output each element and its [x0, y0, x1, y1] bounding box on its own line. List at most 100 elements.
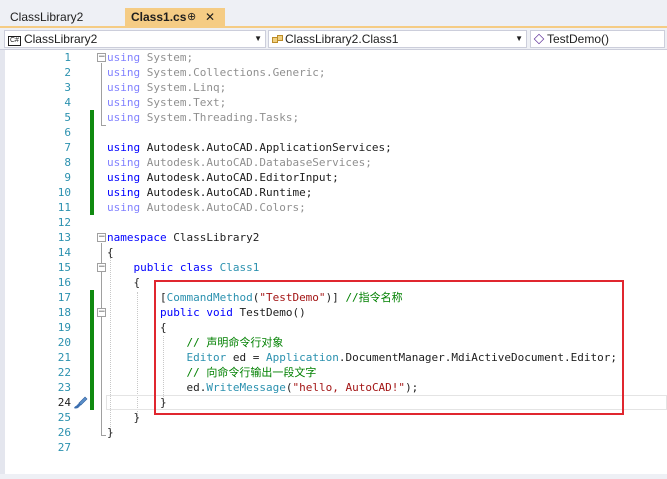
keyword: using [107, 81, 141, 94]
keyword: using [107, 186, 141, 199]
code-text: System.Linq; [140, 81, 227, 94]
line-number: 12 [57, 216, 71, 229]
code-line-5: 5 using System.Threading.Tasks; [0, 110, 667, 125]
code-text: } [107, 426, 114, 439]
tab-classlibrary2[interactable]: ClassLibrary2 [0, 8, 124, 26]
code-line-2: 2 using System.Collections.Generic; [0, 65, 667, 80]
code-text: System.Collections.Generic; [140, 66, 326, 79]
keyword: using [107, 141, 141, 154]
code-text: System; [140, 51, 194, 64]
line-number: 27 [57, 441, 71, 454]
line-number: 14 [57, 246, 71, 259]
code-line-14: 14 { [0, 245, 667, 260]
close-icon[interactable]: ✕ [205, 8, 215, 26]
change-indicator [90, 110, 94, 125]
line-number: 21 [57, 351, 71, 364]
code-editor[interactable]: 1 − using System; 2 using System.Collect… [0, 50, 667, 479]
code-text: Autodesk.AutoCAD.DatabaseServices; [140, 156, 372, 169]
line-number: 1 [64, 51, 71, 64]
keyword: class [173, 261, 213, 274]
code-line-12: 12 [0, 215, 667, 230]
project-dropdown-value: ClassLibrary2 [23, 32, 98, 46]
code-text: Autodesk.AutoCAD.Colors; [140, 201, 306, 214]
document-tab-bar: ClassLibrary2 Class1.cs ⊕ ✕ [0, 0, 667, 28]
collapse-icon[interactable]: − [97, 263, 106, 272]
line-number: 10 [57, 186, 71, 199]
line-number: 16 [57, 276, 71, 289]
code-line-7: 7 using Autodesk.AutoCAD.ApplicationServ… [0, 140, 667, 155]
code-text: Autodesk.AutoCAD.Runtime; [140, 186, 313, 199]
member-dropdown[interactable]: TestDemo() [530, 30, 665, 48]
keyword: public [133, 261, 174, 274]
editor-bottom-bar [0, 474, 667, 479]
chevron-down-icon: ▼ [254, 34, 262, 43]
type-dropdown[interactable]: ClassLibrary2.Class1 ▼ [268, 30, 527, 48]
line-number: 6 [64, 126, 71, 139]
line-number: 5 [64, 111, 71, 124]
code-line-8: 8 using Autodesk.AutoCAD.DatabaseService… [0, 155, 667, 170]
line-number: 8 [64, 156, 71, 169]
line-number: 15 [57, 261, 71, 274]
code-text: } [133, 411, 141, 424]
project-dropdown[interactable]: C# ClassLibrary2 ▼ [4, 30, 266, 48]
line-number: 9 [64, 171, 71, 184]
line-number: 18 [57, 306, 71, 319]
code-text: Autodesk.AutoCAD.EditorInput; [140, 171, 339, 184]
change-indicator [90, 365, 94, 380]
code-line-1: 1 − using System; [0, 50, 667, 65]
change-indicator [90, 155, 94, 170]
tab-label: Class1.cs [131, 10, 187, 24]
line-number: 17 [57, 291, 71, 304]
code-line-9: 9 using Autodesk.AutoCAD.EditorInput; [0, 170, 667, 185]
keyword: using [107, 201, 141, 214]
change-indicator [90, 335, 94, 350]
code-text: ClassLibrary2 [166, 231, 260, 244]
line-number: 23 [57, 381, 71, 394]
collapse-icon[interactable]: − [97, 233, 106, 242]
line-number: 26 [57, 426, 71, 439]
code-line-4: 4 using System.Text; [0, 95, 667, 110]
change-indicator [90, 170, 94, 185]
code-text: { [133, 276, 141, 289]
line-number: 19 [57, 321, 71, 334]
csharp-project-icon: C# [8, 36, 21, 46]
line-number: 20 [57, 336, 71, 349]
line-number: 2 [64, 66, 71, 79]
code-line-13: 13 − namespace ClassLibrary2 [0, 230, 667, 245]
chevron-down-icon: ▼ [515, 34, 523, 43]
member-dropdown-value: TestDemo() [547, 32, 610, 46]
tab-class1-cs[interactable]: Class1.cs ⊕ ✕ [125, 8, 225, 26]
highlight-box [154, 280, 624, 415]
line-number: 24 [57, 396, 71, 409]
change-indicator [90, 395, 94, 410]
navigation-bar: C# ClassLibrary2 ▼ ClassLibrary2.Class1 ▼… [0, 28, 667, 50]
change-indicator [90, 305, 94, 320]
code-line-11: 11 using Autodesk.AutoCAD.Colors; [0, 200, 667, 215]
keyword: using [107, 51, 141, 64]
paintbrush-icon[interactable] [72, 395, 88, 410]
line-number: 13 [57, 231, 71, 244]
code-text: System.Text; [140, 96, 227, 109]
collapse-icon[interactable]: − [97, 53, 106, 62]
change-indicator [90, 380, 94, 395]
code-line-26: 26 } [0, 425, 667, 440]
change-indicator [90, 140, 94, 155]
keyword: using [107, 96, 141, 109]
line-number: 7 [64, 141, 71, 154]
keyword: namespace [107, 231, 167, 244]
line-number: 11 [57, 201, 71, 214]
line-number: 22 [57, 366, 71, 379]
keyword: using [107, 171, 141, 184]
code-line-3: 3 using System.Linq; [0, 80, 667, 95]
code-line-10: 10 using Autodesk.AutoCAD.Runtime; [0, 185, 667, 200]
code-text: { [107, 246, 114, 259]
code-line-6: 6 [0, 125, 667, 140]
collapse-icon[interactable]: − [97, 308, 106, 317]
method-cube-icon [533, 33, 545, 45]
change-indicator [90, 290, 94, 305]
line-number: 25 [57, 411, 71, 424]
keyword: using [107, 66, 141, 79]
change-indicator [90, 185, 94, 200]
code-line-27: 27 [0, 440, 667, 455]
pin-icon[interactable]: ⊕ [187, 8, 196, 26]
